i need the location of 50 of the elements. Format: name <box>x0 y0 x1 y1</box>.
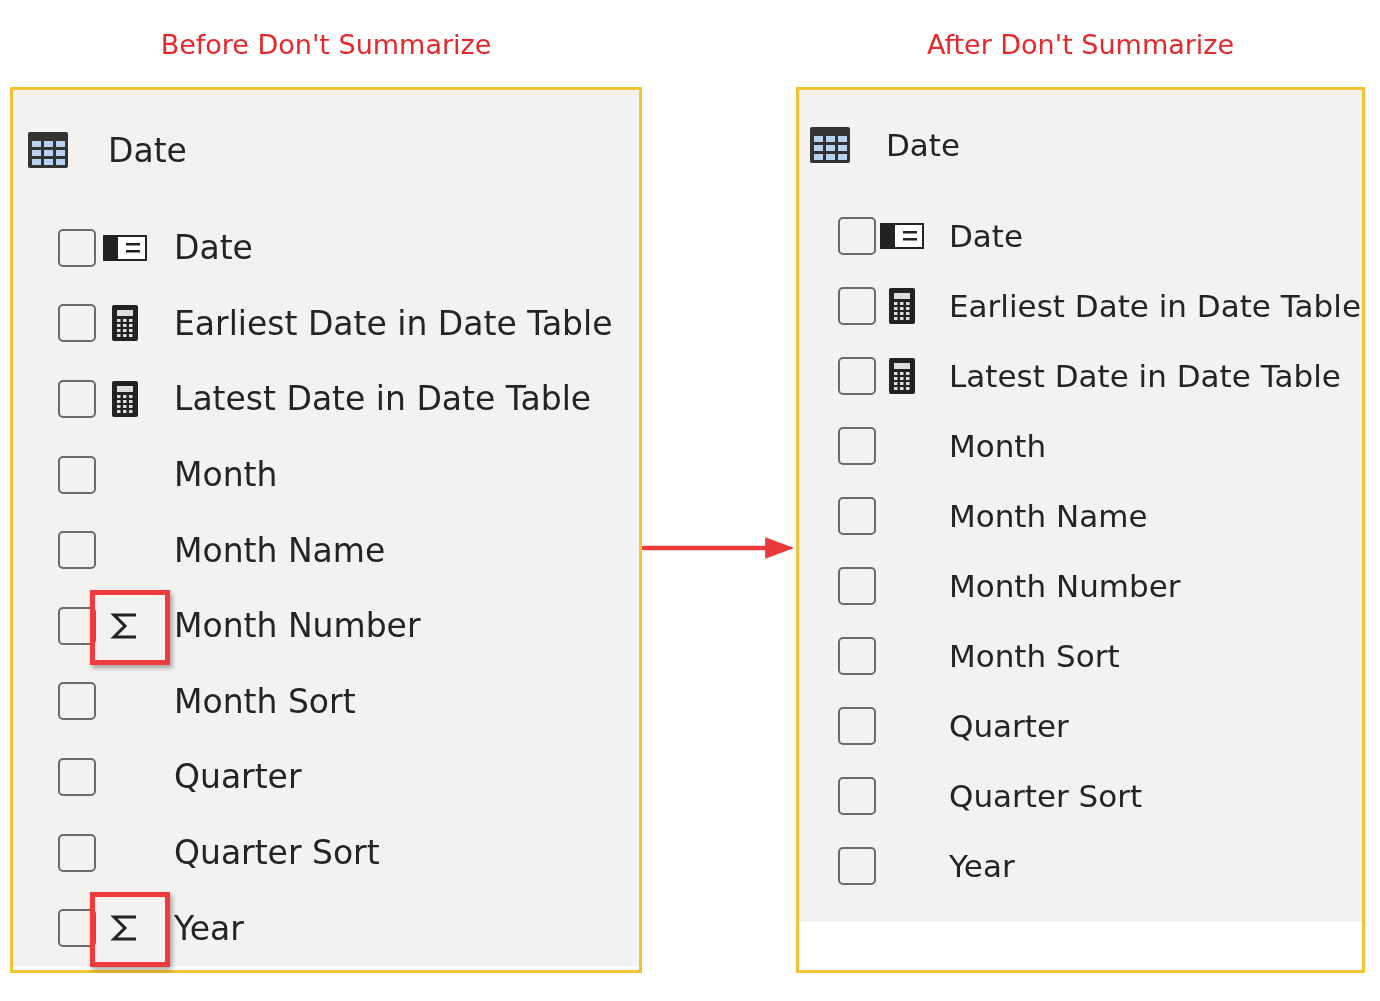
checkbox[interactable] <box>838 217 876 255</box>
field-name[interactable]: Month Name <box>174 530 386 570</box>
table-icon <box>810 127 850 163</box>
table-name[interactable]: Date <box>886 127 961 163</box>
field-name[interactable]: Month Name <box>949 498 1148 534</box>
checkbox[interactable] <box>838 707 876 745</box>
checkbox[interactable] <box>58 380 96 418</box>
field-name[interactable]: Quarter <box>174 757 302 797</box>
caption: Before Don't Summarize <box>159 28 493 62</box>
checkbox[interactable] <box>838 427 876 465</box>
table-name[interactable]: Date <box>108 130 187 170</box>
checkbox[interactable] <box>58 228 96 267</box>
field-icon <box>880 223 924 249</box>
calculator-icon <box>112 305 138 342</box>
field-name[interactable]: Month Number <box>949 568 1181 604</box>
checkbox[interactable] <box>838 637 876 675</box>
checkbox[interactable] <box>838 777 876 815</box>
calculator-icon <box>112 381 138 417</box>
field-name[interactable]: Date <box>174 228 253 268</box>
field-name[interactable]: Quarter <box>949 708 1069 744</box>
field-name[interactable]: Month Number <box>174 606 421 646</box>
table-icon <box>28 132 68 168</box>
checkbox[interactable] <box>838 497 876 535</box>
calculator-icon <box>889 288 915 324</box>
field-name[interactable]: Year <box>174 908 244 948</box>
checkbox[interactable] <box>58 304 96 343</box>
field-name[interactable]: Earliest Date in Date Table <box>174 303 613 343</box>
field-name[interactable]: Latest Date in Date Table <box>949 358 1341 394</box>
checkbox[interactable] <box>58 757 96 796</box>
field-name[interactable]: Date <box>949 218 1024 254</box>
field-name[interactable]: Month <box>174 455 278 495</box>
checkbox[interactable] <box>58 682 96 721</box>
field-icon <box>103 234 147 261</box>
field-name[interactable]: Quarter Sort <box>174 833 380 873</box>
field-name[interactable]: Latest Date in Date Table <box>174 379 592 419</box>
field-name[interactable]: Year <box>949 848 1015 884</box>
checkbox[interactable] <box>838 287 876 325</box>
field-name[interactable]: Earliest Date in Date Table <box>949 288 1361 324</box>
checkbox[interactable] <box>58 455 96 494</box>
field-name[interactable]: Month Sort <box>949 638 1120 674</box>
checkbox[interactable] <box>58 833 96 872</box>
checkbox[interactable] <box>838 847 876 885</box>
field-name[interactable]: Month <box>949 428 1047 464</box>
caption: After Don't Summarize <box>925 28 1236 62</box>
field-name[interactable]: Quarter Sort <box>949 778 1143 814</box>
checkbox[interactable] <box>58 531 96 570</box>
field-name[interactable]: Month Sort <box>174 681 356 721</box>
calculator-icon <box>889 358 915 394</box>
checkbox[interactable] <box>838 357 876 395</box>
checkbox[interactable] <box>838 567 876 605</box>
